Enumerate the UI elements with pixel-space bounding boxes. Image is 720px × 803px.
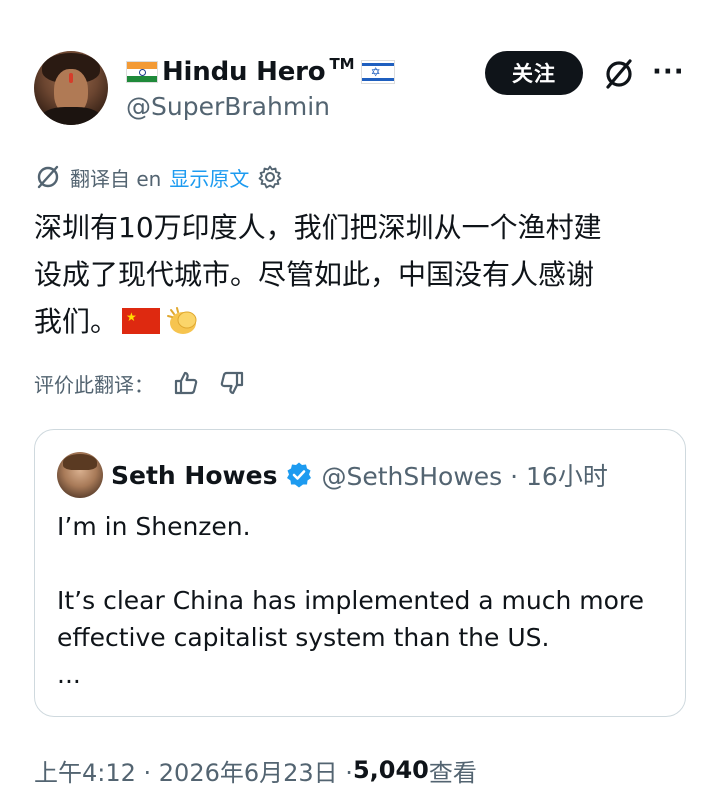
clapping-hands-icon	[166, 303, 200, 334]
quoted-author-avatar[interactable]	[57, 452, 103, 498]
author-name-row[interactable]: Hindu Hero TM ✡	[126, 55, 395, 88]
view-count: 5,040	[352, 756, 429, 784]
thumbs-down-icon[interactable]	[218, 369, 246, 397]
rate-translation-label: 评价此翻译：	[34, 372, 154, 397]
show-original-link[interactable]: 显示原文	[169, 163, 249, 192]
tweet-text-content: 深圳有10万印度人，我们把深圳从一个渔村建 设成了现代城市。尽管如此，中国没有人…	[34, 211, 602, 338]
quoted-text-paragraph: It’s clear China has implemented a much …	[57, 586, 645, 652]
view-label: 查看	[428, 758, 477, 787]
china-flag-icon: ★	[122, 308, 161, 334]
author-avatar[interactable]	[34, 51, 108, 125]
tweet-timestamp[interactable]: 上午4:12 · 2026年6月23日 ·	[34, 753, 353, 788]
quoted-handle-time[interactable]: @SethSHowes · 16小时	[321, 457, 607, 493]
avatar-shirt	[40, 107, 102, 125]
grok-icon[interactable]	[602, 57, 636, 91]
avatar-tilak	[69, 73, 73, 83]
more-options-icon[interactable]: ···	[652, 59, 686, 90]
tweet-text: 深圳有10万印度人，我们把深圳从一个渔村建 设成了现代城市。尽管如此，中国没有人…	[34, 204, 694, 345]
translation-row: 翻译自 en 显示原文	[34, 160, 283, 194]
quoted-author-name[interactable]: Seth Howes	[111, 461, 277, 490]
quoted-text-ellipsis: ...	[57, 660, 81, 689]
quoted-tweet-body: I’m in Shenzen. It’s clear China has imp…	[57, 508, 667, 693]
israel-flag-icon: ✡	[360, 60, 395, 84]
verified-badge-icon	[287, 462, 312, 488]
trademark-mark: TM	[329, 55, 355, 73]
quoted-text-line: I’m in Shenzen.	[57, 512, 251, 541]
quoted-tweet[interactable]: Seth Howes @SethSHowes · 16小时 I’m in She…	[34, 429, 686, 717]
india-flag-icon	[126, 61, 158, 83]
thumbs-up-icon[interactable]	[172, 369, 200, 397]
author-handle[interactable]: @SuperBrahmin	[126, 92, 330, 121]
gear-icon[interactable]	[257, 164, 283, 190]
translated-from-label: 翻译自 en	[70, 166, 162, 191]
follow-button[interactable]: 关注	[485, 51, 583, 95]
rate-translation-row: 评价此翻译：	[34, 366, 246, 400]
author-display-name[interactable]: Hindu Hero	[162, 57, 326, 87]
tweet-meta: 上午4:12 · 2026年6月23日 · 5,040 查看	[34, 752, 477, 788]
translate-icon	[37, 165, 59, 189]
quoted-tweet-header: Seth Howes @SethSHowes · 16小时	[111, 456, 608, 494]
quoted-avatar-hair	[63, 454, 97, 470]
